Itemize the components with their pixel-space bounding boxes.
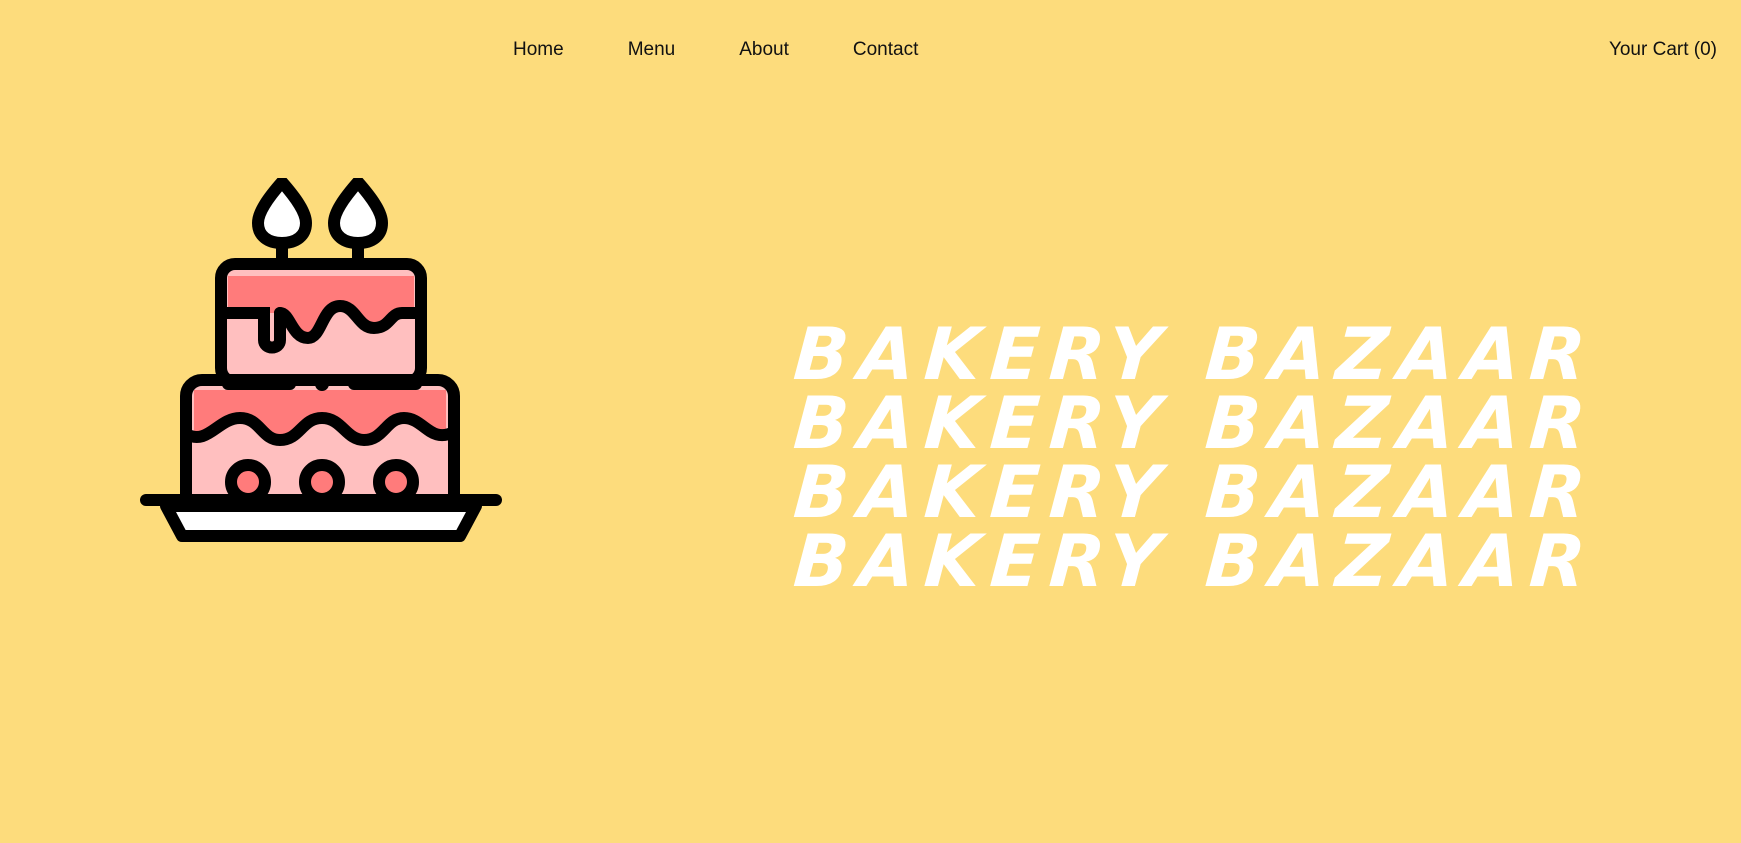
hero-title-line: BAKERY BAZAAR [791, 450, 1599, 534]
hero-title-line: BAKERY BAZAAR [791, 312, 1599, 396]
hero-title-line: BAKERY BAZAAR [791, 519, 1599, 603]
hero-title-line: BAKERY BAZAAR [791, 381, 1599, 465]
hero-title: BAKERY BAZAAR BAKERY BAZAAR BAKERY BAZAA… [791, 312, 1599, 603]
nav-links: Home Menu About Contact [513, 38, 982, 62]
nav-link-home[interactable]: Home [513, 38, 564, 62]
top-nav: Home Menu About Contact Your Cart (0) [0, 0, 1741, 100]
cart-link[interactable]: Your Cart (0) [1609, 38, 1717, 62]
birthday-cake-icon [140, 176, 504, 544]
nav-link-about[interactable]: About [739, 38, 789, 62]
nav-link-contact[interactable]: Contact [853, 38, 918, 62]
nav-link-menu[interactable]: Menu [628, 38, 676, 62]
page: Home Menu About Contact Your Cart (0) BA… [0, 0, 1741, 843]
